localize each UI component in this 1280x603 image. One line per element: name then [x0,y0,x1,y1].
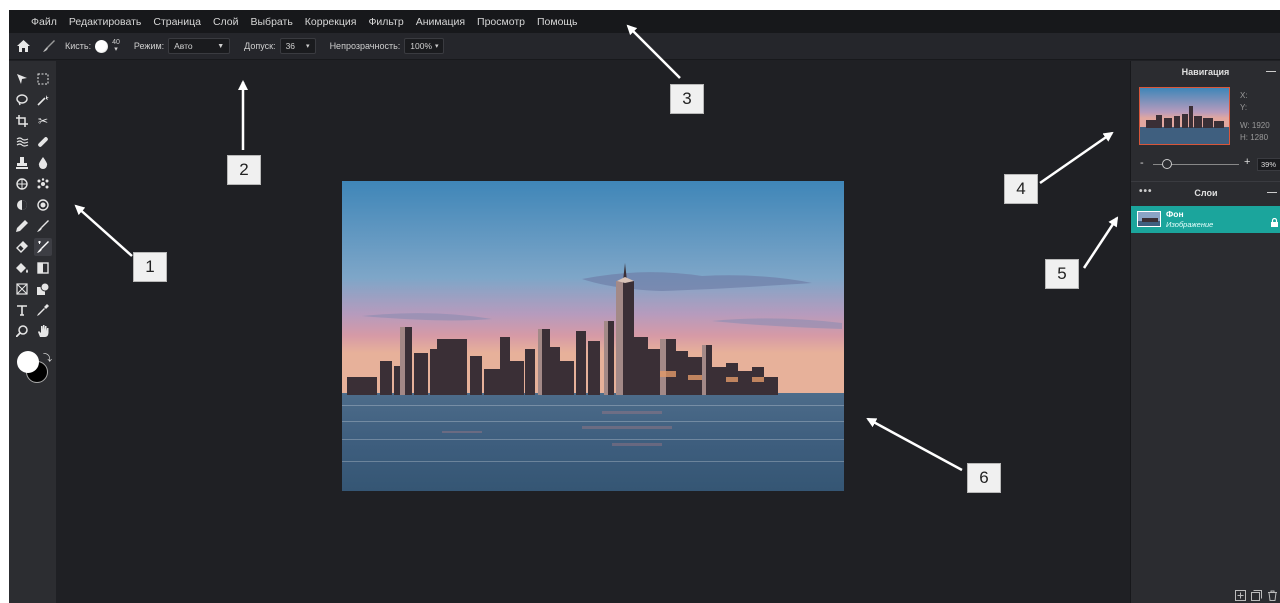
crop-icon[interactable] [13,112,31,130]
hand-icon[interactable] [34,322,52,340]
height-value: 1280 [1250,133,1269,142]
replace-color-icon[interactable] [34,238,52,256]
zoom-control: - + 39% [1131,156,1280,173]
brush-tool-icon[interactable] [39,36,59,56]
opacity-dropdown[interactable]: 100% ▾ [404,38,445,54]
duplicate-layer-icon[interactable] [1251,590,1262,601]
menu-select[interactable]: Выбрать [251,16,293,28]
mode-value: Авто [174,41,193,51]
chevron-down-icon: ▾ [435,43,439,50]
layer-type: Изображение [1166,220,1214,229]
foreground-color-swatch[interactable] [17,351,39,373]
sponge-icon[interactable] [13,175,31,193]
placeholder-icon[interactable] [13,280,31,298]
brush-size[interactable]: 40 ▾ [112,39,120,53]
toolbox: ✂ ⤵ [9,61,56,603]
annotation-1: 1 [133,252,167,282]
annotation-2: 2 [227,155,261,185]
pencil-icon[interactable] [13,217,31,235]
mode-dropdown[interactable]: Авто ▼ [168,38,231,54]
annotation-5: 5 [1045,259,1079,289]
layer-thumbnail [1137,211,1161,227]
burn-icon[interactable] [34,196,52,214]
more-options-icon[interactable]: ••• [1139,186,1153,197]
layers-footer [1235,590,1278,601]
menu-animation[interactable]: Анимация [416,16,465,28]
cursor-y-label: Y: [1240,103,1248,112]
home-icon[interactable] [13,36,33,56]
shape-icon[interactable] [34,280,52,298]
minimize-icon[interactable]: — [1266,66,1276,77]
tolerance-label: Допуск: [244,41,276,51]
swap-colors-icon[interactable]: ⤵ [43,351,52,364]
layers-header: ••• Слои — [1131,182,1280,204]
menu-filter[interactable]: Фильтр [368,16,403,28]
menu-adjustment[interactable]: Коррекция [305,16,357,28]
layer-name: Фон [1166,209,1184,219]
brush-icon[interactable] [34,217,52,235]
canvas-image[interactable] [342,181,844,491]
minimize-icon[interactable]: — [1267,187,1277,198]
move-icon[interactable] [13,70,31,88]
menu-edit[interactable]: Редактировать [69,16,142,28]
width-value: 1920 [1251,121,1270,130]
layers-title: Слои [1194,188,1218,198]
mode-label: Режим: [133,41,165,51]
photo-editor-window: Файл Редактировать Страница Слой Выбрать… [9,10,1280,603]
width-label: W: [1240,121,1250,130]
blur-icon[interactable] [34,154,52,172]
canvas-workspace[interactable] [56,61,1130,603]
trash-icon[interactable] [1267,590,1278,601]
chevron-down-icon: ▼ [217,42,225,50]
menu-view[interactable]: Просмотр [477,16,525,28]
add-layer-icon[interactable] [1235,590,1246,601]
annotation-4: 4 [1004,174,1038,204]
marquee-icon[interactable] [34,70,52,88]
layers-panel: ••• Слои — Фон Изображение [1131,181,1280,233]
layer-item[interactable]: Фон Изображение [1131,206,1280,233]
tolerance-dropdown[interactable]: 36 ▾ [279,38,316,54]
height-info: H: 1280 [1240,133,1268,142]
scissors-icon[interactable]: ✂ [34,112,52,130]
lasso-icon[interactable] [13,91,31,109]
healing-icon[interactable] [34,133,52,151]
menu-bar: Файл Редактировать Страница Слой Выбрать… [9,10,1280,33]
zoom-in-icon[interactable]: + [1244,156,1250,168]
lock-icon[interactable] [1271,214,1278,232]
annotation-3: 3 [670,84,704,114]
fill-icon[interactable] [13,259,31,277]
opacity-label: Непрозрачность: [329,41,401,51]
annotation-6: 6 [967,463,1001,493]
right-panel: Навигация — X: Y: W: 1920 H: 1280 - + 39… [1130,61,1280,603]
eyedropper-icon[interactable] [34,301,52,319]
menu-file[interactable]: Файл [31,16,57,28]
zoom-value-field[interactable]: 39% [1257,158,1280,171]
tolerance-value: 36 [285,41,296,51]
zoom-out-icon[interactable]: - [1140,157,1144,169]
width-info: W: 1920 [1240,121,1270,130]
clone-stamp-icon[interactable] [13,154,31,172]
menu-layer[interactable]: Слой [213,16,239,28]
navigator-header: Навигация — [1131,61,1280,83]
dodge-icon[interactable] [13,196,31,214]
menu-help[interactable]: Помощь [537,16,578,28]
zoom-slider-handle[interactable] [1162,159,1172,169]
zoom-icon[interactable] [13,322,31,340]
chevron-down-icon: ▾ [306,43,310,50]
navigator-title: Навигация [1181,67,1230,77]
menu-page[interactable]: Страница [153,16,201,28]
gradient-icon[interactable] [34,259,52,277]
eraser-icon[interactable] [13,238,31,256]
navigator-thumbnail[interactable] [1139,87,1230,145]
brush-label: Кисть: [65,41,92,51]
options-bar: Кисть: 40 ▾ Режим: Авто ▼ Допуск: 36 ▾ Непр… [9,33,1280,60]
height-label: H: [1240,133,1248,142]
opacity-value: 100% [410,41,433,51]
spot-icon[interactable] [34,175,52,193]
type-icon[interactable] [13,301,31,319]
liquify-icon[interactable] [13,133,31,151]
magic-wand-icon[interactable] [34,91,52,109]
cursor-x-label: X: [1240,91,1248,100]
brush-preview[interactable] [95,39,109,53]
